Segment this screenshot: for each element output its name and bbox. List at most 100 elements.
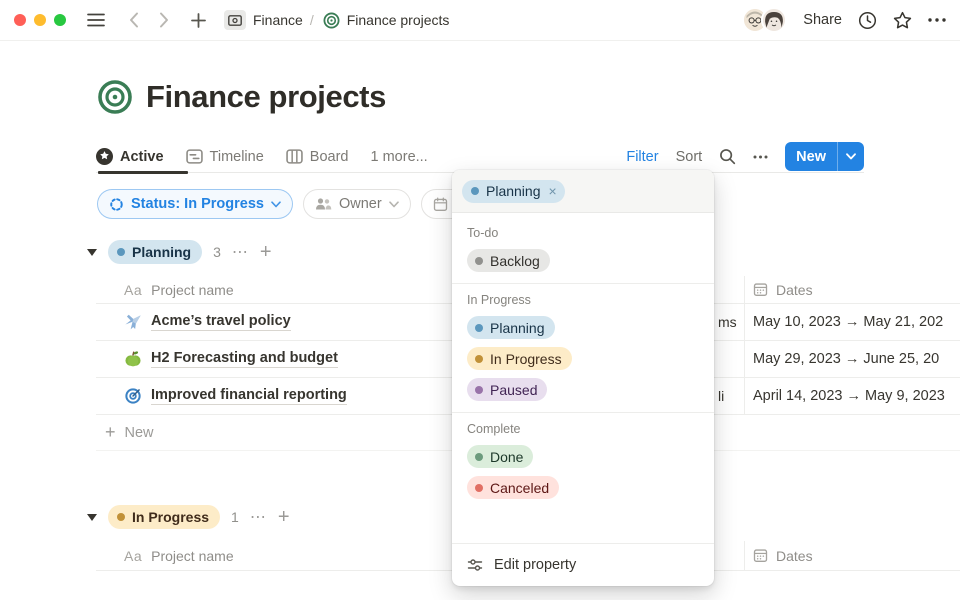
person-cell[interactable]: li [712, 378, 745, 414]
filter-button[interactable]: Filter [626, 149, 658, 165]
group-count: 3 [213, 244, 221, 260]
group-add-icon[interactable]: + [278, 507, 290, 527]
star-circle-icon [96, 148, 113, 165]
status-option-planning[interactable]: Planning [452, 312, 714, 343]
view-tabs: Active Timeline Board 1 more... [96, 148, 428, 165]
option-group-label: To-do [452, 217, 714, 245]
dates-cell[interactable]: April 14, 2023 → May 9, 2023 [745, 378, 960, 414]
column-person-partial [712, 276, 745, 303]
column-header-project-name[interactable]: Project name [151, 548, 233, 564]
banknote-icon[interactable] [224, 10, 246, 30]
owner-filter-chip[interactable]: Owner [303, 189, 411, 219]
new-button-label: New [785, 142, 837, 171]
collapse-triangle-icon[interactable] [87, 514, 97, 521]
topbar-actions: Share [742, 7, 946, 33]
status-filter-label: Status: In Progress [131, 196, 264, 212]
column-header-dates[interactable]: Dates [776, 282, 813, 298]
view-controls: Filter Sort New [626, 142, 864, 171]
filter-bar: Status: In Progress Owner [97, 189, 505, 219]
status-option-in-progress[interactable]: In Progress [452, 343, 714, 374]
dart-target-icon [124, 387, 142, 405]
dates-cell[interactable]: May 10, 2023 → May 21, 202 [745, 304, 960, 340]
view-more-icon[interactable] [753, 155, 768, 159]
project-page-link[interactable]: Acme’s travel policy [151, 313, 291, 331]
close-window-button[interactable] [14, 14, 26, 26]
back-icon[interactable] [122, 8, 146, 32]
new-dropdown-chevron-icon[interactable] [838, 142, 864, 171]
avatar[interactable] [761, 7, 787, 33]
add-row-label: New [125, 425, 154, 441]
plus-icon: + [105, 422, 116, 443]
chevron-down-icon [389, 201, 399, 208]
new-page-icon[interactable] [186, 8, 210, 32]
new-button[interactable]: New [785, 142, 864, 171]
status-option-backlog[interactable]: Backlog [452, 245, 714, 276]
zoom-window-button[interactable] [54, 14, 66, 26]
sort-button[interactable]: Sort [676, 149, 703, 165]
status-filter-chip[interactable]: Status: In Progress [97, 189, 293, 219]
status-option-paused[interactable]: Paused [452, 374, 714, 405]
tab-board-view[interactable]: Board [286, 148, 349, 165]
group-header-in-progress: In Progress 1 ⋯ + [87, 505, 290, 529]
breadcrumb-parent[interactable]: Finance [253, 12, 303, 28]
page-bullseye-icon[interactable] [97, 79, 133, 115]
search-icon[interactable] [719, 148, 736, 165]
edit-property-button[interactable]: Edit property [452, 543, 714, 586]
dates-cell[interactable]: May 29, 2023 → June 25, 20 [745, 341, 960, 377]
project-page-link[interactable]: Improved financial reporting [151, 387, 347, 405]
column-header-project-name[interactable]: Project name [151, 282, 233, 298]
favorite-star-icon[interactable] [893, 11, 912, 30]
window-controls [14, 14, 66, 26]
status-spinner-icon [109, 197, 124, 212]
remove-chip-icon[interactable]: × [549, 183, 557, 199]
option-group-label: In Progress [452, 284, 714, 312]
clock-icon[interactable] [858, 11, 877, 30]
status-dot [475, 484, 483, 492]
column-person-partial [712, 541, 745, 570]
selected-status-chip[interactable]: Planning × [462, 180, 565, 203]
dropdown-selected-values[interactable]: Planning × [452, 170, 714, 213]
status-dot [475, 324, 483, 332]
forward-icon[interactable] [152, 8, 176, 32]
tab-active-view[interactable]: Active [96, 148, 164, 165]
group-more-icon[interactable]: ⋯ [232, 242, 249, 262]
calendar-icon [753, 548, 768, 563]
person-cell[interactable] [712, 341, 745, 377]
board-icon [286, 148, 303, 165]
breadcrumb-current[interactable]: Finance projects [347, 12, 450, 28]
status-option-label: Backlog [490, 253, 540, 269]
view-toolbar: Active Timeline Board 1 more... Filter S… [96, 141, 864, 172]
person-cell[interactable]: ms [712, 304, 745, 340]
tab-timeline-view[interactable]: Timeline [186, 148, 264, 165]
status-option-canceled[interactable]: Canceled [452, 472, 714, 503]
sidebar-menu-icon[interactable] [84, 8, 108, 32]
group-more-icon[interactable]: ⋯ [250, 507, 267, 527]
status-option-label: Done [490, 449, 523, 465]
status-option-label: Canceled [490, 480, 549, 496]
tab-more-views[interactable]: 1 more... [371, 149, 428, 165]
breadcrumb-separator: / [310, 12, 314, 28]
share-button[interactable]: Share [803, 12, 842, 28]
page-header: Finance projects [97, 79, 386, 115]
bullseye-page-icon [323, 12, 340, 29]
tab-label: Timeline [210, 149, 264, 165]
status-dot [475, 355, 483, 363]
status-option-label: Paused [490, 382, 537, 398]
column-header-dates[interactable]: Dates [776, 548, 813, 564]
people-icon [315, 197, 332, 211]
text-property-icon: Aa [124, 282, 142, 298]
group-add-icon[interactable]: + [260, 242, 272, 262]
status-dot [471, 187, 479, 195]
status-dot [475, 453, 483, 461]
minimize-window-button[interactable] [34, 14, 46, 26]
owner-filter-label: Owner [339, 196, 382, 212]
collapse-triangle-icon[interactable] [87, 249, 97, 256]
page-title[interactable]: Finance projects [146, 79, 386, 115]
app-window: Finance / Finance projects Share [0, 0, 960, 600]
group-status-pill[interactable]: In Progress [108, 505, 220, 529]
project-page-link[interactable]: H2 Forecasting and budget [151, 350, 338, 368]
status-option-done[interactable]: Done [452, 441, 714, 472]
group-status-pill[interactable]: Planning [108, 240, 202, 264]
more-options-icon[interactable] [928, 18, 946, 22]
sliders-icon [467, 557, 483, 573]
